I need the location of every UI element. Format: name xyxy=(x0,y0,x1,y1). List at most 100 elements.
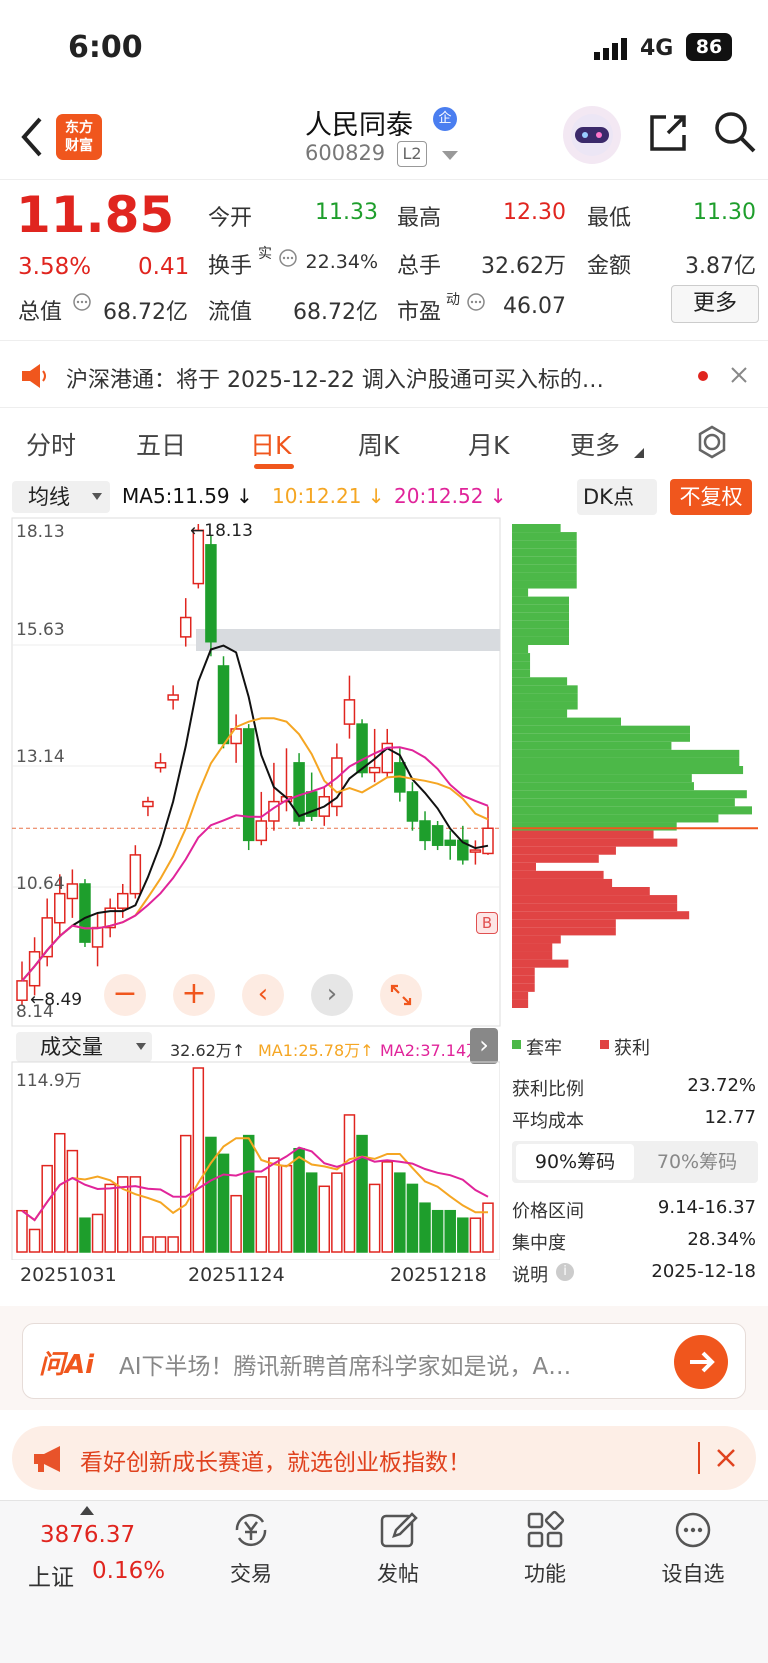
volume-bar xyxy=(305,1172,318,1253)
share-icon[interactable] xyxy=(646,111,690,155)
nav-trade[interactable]: 交易 xyxy=(196,1510,306,1588)
chip-bar xyxy=(512,959,569,968)
volume-chart[interactable] xyxy=(0,1060,500,1260)
search-icon[interactable] xyxy=(712,109,758,155)
tab-daily-k[interactable]: 日K xyxy=(250,426,291,462)
float-label: 流值 xyxy=(208,300,253,325)
chip-bar xyxy=(512,878,613,887)
turnover-value: 22.34% xyxy=(305,251,378,273)
megaphone-icon xyxy=(34,1446,60,1472)
candle-body xyxy=(406,791,419,822)
volume-bar xyxy=(431,1209,444,1253)
volume-bar xyxy=(419,1202,431,1253)
chip-bar xyxy=(512,806,752,815)
volume-select[interactable]: 成交量 xyxy=(16,1032,152,1062)
close-icon[interactable] xyxy=(730,366,748,384)
volume-ma1-text: MA1:25.78万 xyxy=(258,1041,361,1060)
tab-weekly-k[interactable]: 周K xyxy=(358,426,399,462)
notice-text: 沪深港通：将于 2025-12-22 调入沪股通可买入标的… xyxy=(66,368,604,393)
candle-body xyxy=(343,699,356,725)
buy-marker[interactable]: B xyxy=(476,912,498,934)
volume-bar xyxy=(79,1217,91,1253)
tab-monthly-k[interactable]: 月K xyxy=(468,426,509,462)
pe-label: 市盈 xyxy=(397,300,442,325)
ma-select[interactable]: 均线 xyxy=(12,481,110,513)
dk-button[interactable]: DK点 xyxy=(577,479,657,515)
chip-bar xyxy=(512,588,529,597)
volume-bar xyxy=(280,1164,293,1253)
chip-bar xyxy=(512,741,672,750)
candle-body xyxy=(91,926,104,948)
scroll-right-button[interactable]: › xyxy=(311,974,353,1016)
chip-bar xyxy=(512,548,577,557)
promo-banner[interactable]: 看好创新成长赛道，就选创业板指数！ xyxy=(12,1426,756,1490)
battery-indicator: 86 xyxy=(686,33,732,61)
volume-select-label: 成交量 xyxy=(40,1035,103,1059)
zoom-out-button[interactable]: − xyxy=(104,974,146,1016)
chip-bar xyxy=(512,943,553,952)
adjust-button[interactable]: 不复权 xyxy=(670,479,752,515)
axis-l4-label: 10.64 xyxy=(16,874,65,894)
zoom-in-button[interactable]: + xyxy=(173,974,215,1016)
chip-bar xyxy=(512,766,744,775)
info-icon[interactable]: i xyxy=(556,1263,574,1281)
info-dots-icon[interactable] xyxy=(72,292,92,312)
chip-bar xyxy=(512,725,690,734)
candle-body xyxy=(368,766,381,774)
gear-icon[interactable] xyxy=(694,424,730,460)
kline-chart[interactable] xyxy=(0,516,768,1036)
open-value: 11.33 xyxy=(315,200,378,225)
ai-prompt-text: AI下半场！腾讯新聘首席科学家如是说，A… xyxy=(119,1354,572,1380)
ma5-text: MA5:11.59 xyxy=(122,484,230,508)
tab-minute[interactable]: 分时 xyxy=(26,426,76,462)
level-badge[interactable]: L2 xyxy=(397,141,427,167)
chevron-down-icon[interactable] xyxy=(442,151,458,161)
tab-five-day[interactable]: 五日 xyxy=(136,426,186,462)
ai-input-bar[interactable]: 问Ai AI下半场！腾讯新聘首席科学家如是说，A… xyxy=(22,1323,746,1399)
collapse-arrow-button[interactable]: › xyxy=(470,1028,498,1064)
pe-sup: 动 xyxy=(446,292,460,308)
back-icon[interactable] xyxy=(18,115,46,159)
close-icon[interactable] xyxy=(716,1448,736,1468)
nav-function-label: 功能 xyxy=(524,1562,566,1586)
tab-more[interactable]: 更多 xyxy=(570,426,620,462)
chip-bar xyxy=(512,895,678,904)
nav-watchlist[interactable]: 设自选 xyxy=(638,1510,748,1588)
info-dots-icon[interactable] xyxy=(278,248,298,268)
open-label: 今开 xyxy=(208,206,253,231)
nav-post[interactable]: 发帖 xyxy=(343,1510,453,1588)
volume-bar xyxy=(368,1183,381,1253)
axis-l2-label: 15.63 xyxy=(16,620,65,640)
high-label: 最高 xyxy=(397,206,442,231)
info-dots-icon[interactable] xyxy=(466,292,486,312)
nav-function[interactable]: 功能 xyxy=(490,1510,600,1588)
yen-exchange-icon xyxy=(235,1513,267,1547)
chip-bar xyxy=(512,798,735,807)
chip-tab-90[interactable]: 90%筹码 xyxy=(516,1144,634,1180)
low-value: 11.30 xyxy=(693,200,756,225)
chip-tab-70[interactable]: 70%筹码 xyxy=(638,1144,756,1180)
volume-bar xyxy=(154,1236,167,1253)
chip-bar xyxy=(512,564,577,573)
expand-icon[interactable] xyxy=(380,974,422,1016)
ai-robot-icon[interactable] xyxy=(562,105,622,165)
candle-body xyxy=(205,544,217,643)
volume-bar xyxy=(343,1114,356,1253)
nav-post-label: 发帖 xyxy=(377,1562,419,1586)
volume-bar xyxy=(268,1157,280,1253)
date-mid: 20251124 xyxy=(188,1264,285,1286)
min-annotation: ←8.49 xyxy=(30,990,83,1010)
volume-value-text: 32.62万 xyxy=(170,1041,232,1060)
turnover-sup: 实 xyxy=(258,246,272,262)
ma10-text: 10:12.21 xyxy=(272,484,362,508)
volume-bars xyxy=(16,1067,494,1253)
chip-bar xyxy=(512,661,531,670)
notice-bar[interactable]: 沪深港通：将于 2025-12-22 调入沪股通可买入标的… xyxy=(0,340,768,408)
candle-body xyxy=(217,665,230,745)
arrow-right-icon[interactable] xyxy=(673,1334,729,1390)
candle-body xyxy=(444,839,456,846)
ai-brand: 问Ai xyxy=(39,1350,95,1380)
scroll-left-button[interactable]: ‹ xyxy=(242,974,284,1016)
more-button[interactable]: 更多 xyxy=(671,285,759,323)
app-logo-text: 东方 财富 xyxy=(65,120,93,154)
